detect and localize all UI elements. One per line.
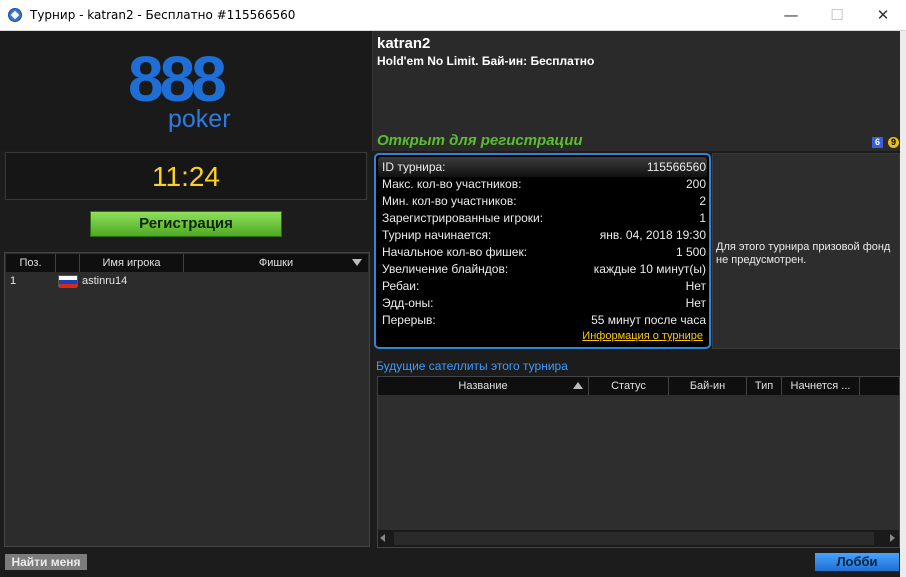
poker-app-icon (8, 8, 22, 22)
tournament-type: Hold'em No Limit. Бай-ин: Бесплатно (377, 54, 595, 68)
badge-6-icon: 6 (872, 137, 883, 148)
detail-row: Перерыв: 55 минут после часа (382, 313, 706, 327)
tournament-name: katran2 (377, 35, 431, 52)
detail-row: Турнир начинается: янв. 04, 2018 19:30 (382, 228, 706, 242)
clock: 11:24 (152, 161, 220, 192)
column-chips-label: Фишки (258, 257, 294, 269)
scroll-right-icon[interactable] (890, 534, 895, 542)
ru-flag-icon (58, 275, 78, 288)
horizontal-scrollbar[interactable] (378, 530, 899, 547)
detail-row: Мин. кол-во участников: 2 (382, 194, 706, 208)
logo-888: 888 (128, 43, 227, 115)
minimize-button[interactable]: — (768, 0, 814, 31)
column-pos[interactable]: Поз. (6, 254, 56, 272)
detail-row: Начальное кол-во фишек: 1 500 (382, 245, 706, 259)
prize-pool-text: Для этого турнира призовой фонд не преду… (716, 241, 891, 266)
column-name-label: Название (458, 380, 508, 392)
tournament-info-link[interactable]: Информация о турнире (582, 330, 703, 342)
table-row[interactable]: 1 astinru14 (6, 273, 368, 289)
satellites-title: Будущие сателлиты этого турнира (376, 359, 568, 373)
tournament-details: ID турнира: 115566560 Макс. кол-во участн… (374, 153, 711, 349)
player-name: astinru14 (82, 275, 128, 287)
detail-row: Макс. кол-во участников: 200 (382, 177, 706, 191)
prize-pool-panel: Для этого турнира призовой фонд не преду… (712, 153, 900, 349)
window-title: Турнир - katran2 - Бесплатно #115566560 (30, 8, 296, 22)
column-type[interactable]: Тип (747, 377, 782, 395)
registration-status: Открыт для регистрации (377, 132, 583, 149)
column-flag[interactable] (56, 254, 80, 272)
maximize-button[interactable]: ☐ (814, 0, 860, 31)
badge-9-icon: 9 (888, 137, 899, 148)
column-status[interactable]: Статус (589, 377, 669, 395)
window-edge (900, 31, 906, 577)
logo-area: 888 poker (0, 31, 372, 151)
find-me-button[interactable]: Найти меня (5, 554, 87, 570)
column-buyin[interactable]: Бай-ин (669, 377, 747, 395)
close-button[interactable]: ✕ (860, 0, 906, 31)
logo-poker: poker (168, 105, 231, 133)
detail-row: Зарегистрированные игроки: 1 (382, 211, 706, 225)
register-button[interactable]: Регистрация (90, 211, 282, 237)
satellites-table: Название Статус Бай-ин Тип Начнется ... (377, 376, 900, 548)
title-bar: Турнир - katran2 - Бесплатно #115566560 … (0, 0, 906, 31)
sort-up-icon (573, 382, 583, 389)
detail-row: ID турнира: 115566560 (382, 160, 706, 174)
detail-row: Эдд-оны: Нет (382, 296, 706, 310)
satellites-table-header: Название Статус Бай-ин Тип Начнется ... (378, 377, 899, 395)
player-pos: 1 (10, 275, 17, 287)
column-name[interactable]: Название (378, 377, 589, 395)
column-chips[interactable]: Фишки (184, 254, 368, 272)
sort-down-icon (352, 259, 362, 266)
column-player-name[interactable]: Имя игрока (80, 254, 184, 272)
players-table: Поз. Имя игрока Фишки 1 astinru14 (4, 252, 370, 547)
players-table-header: Поз. Имя игрока Фишки (6, 254, 368, 272)
column-start[interactable]: Начнется ... (782, 377, 860, 395)
detail-row: Ребаи: Нет (382, 279, 706, 293)
scroll-left-icon[interactable] (380, 534, 385, 542)
lobby-button[interactable]: Лобби (815, 553, 899, 571)
tournament-header: katran2 Hold'em No Limit. Бай-ин: Беспла… (372, 31, 900, 151)
tournament-window: Турнир - katran2 - Бесплатно #115566560 … (0, 0, 906, 577)
detail-row: Увеличение блайндов: каждые 10 минут(ы) (382, 262, 706, 276)
clock-panel: 11:24 (5, 152, 367, 200)
scrollbar-thumb[interactable] (394, 532, 874, 545)
